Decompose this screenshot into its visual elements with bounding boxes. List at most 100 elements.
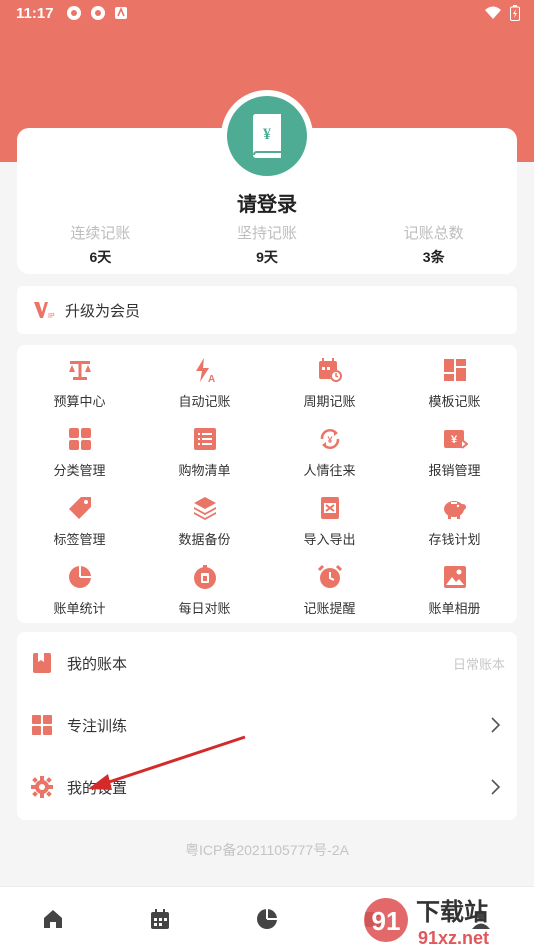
grid-item-import-export[interactable]: 导入导出 bbox=[267, 491, 392, 560]
svg-text:¥: ¥ bbox=[263, 126, 271, 143]
calendar-icon bbox=[151, 908, 170, 929]
app-notification-icon bbox=[91, 6, 105, 20]
grid-item-social[interactable]: ¥ 人情往来 bbox=[267, 422, 392, 491]
daily-check-icon bbox=[193, 565, 216, 589]
grid-item-daily-check[interactable]: 每日对账 bbox=[142, 560, 267, 629]
grid-item-category[interactable]: 分类管理 bbox=[17, 422, 142, 491]
flash-icon: A bbox=[195, 358, 215, 383]
upgrade-vip-bar[interactable]: IP 升级为会员 bbox=[17, 286, 517, 334]
svg-text:¥: ¥ bbox=[327, 435, 332, 445]
nav-home[interactable] bbox=[0, 887, 107, 950]
grid-item-backup[interactable]: 数据备份 bbox=[142, 491, 267, 560]
avatar-circle: ¥ bbox=[227, 96, 307, 176]
stat-persist: 坚持记账 9天 bbox=[184, 222, 351, 267]
grid-item-periodic[interactable]: 周期记账 bbox=[267, 353, 392, 422]
grid-item-label: 报销管理 bbox=[428, 463, 481, 478]
status-notification-icons bbox=[66, 5, 128, 21]
stat-value: 3条 bbox=[422, 249, 445, 265]
battery-icon bbox=[510, 5, 520, 21]
stat-value: 9天 bbox=[256, 249, 278, 265]
login-title[interactable]: 请登录 bbox=[17, 188, 517, 217]
grid-item-album[interactable]: 账单相册 bbox=[392, 560, 517, 629]
grid-item-budget[interactable]: 预算中心 bbox=[17, 353, 142, 422]
svg-text:¥: ¥ bbox=[450, 434, 457, 446]
current-book-value: 日常账本 bbox=[452, 656, 505, 672]
svg-text:IP: IP bbox=[48, 313, 55, 320]
wifi-icon bbox=[485, 6, 501, 19]
gear-icon bbox=[31, 776, 53, 798]
calendar-clock-icon bbox=[318, 358, 342, 382]
svg-text:A: A bbox=[208, 374, 215, 383]
chevron-right-icon bbox=[491, 779, 501, 795]
grid-icon bbox=[32, 715, 52, 735]
piggy-bank-icon bbox=[443, 501, 466, 519]
tag-icon bbox=[68, 497, 91, 519]
list-item-focus-training[interactable]: 专注训练 bbox=[17, 694, 517, 756]
stat-label: 连续记账 bbox=[70, 225, 131, 242]
list-icon bbox=[193, 428, 216, 450]
bookmark-book-icon bbox=[33, 653, 51, 673]
image-icon bbox=[443, 566, 466, 588]
layers-icon bbox=[193, 497, 216, 520]
chevron-right-icon bbox=[491, 717, 501, 733]
reimburse-icon: ¥ bbox=[443, 430, 468, 449]
stat-label: 记账总数 bbox=[403, 225, 464, 242]
ledger-book-icon: ¥ bbox=[253, 114, 281, 158]
grid-item-label: 自动记账 bbox=[178, 394, 231, 409]
grid-item-shopping[interactable]: 购物清单 bbox=[142, 422, 267, 491]
list-item-label: 我的设置 bbox=[67, 779, 128, 797]
grid-item-template[interactable]: 模板记账 bbox=[392, 353, 517, 422]
grid-item-label: 分类管理 bbox=[53, 463, 106, 478]
pie-chart-icon bbox=[68, 566, 91, 588]
grid-item-label: 周期记账 bbox=[303, 394, 356, 409]
app-notification-icon bbox=[67, 6, 81, 20]
grid-item-reminder[interactable]: 记账提醒 bbox=[267, 560, 392, 629]
alarm-icon bbox=[317, 564, 342, 588]
grid-item-label: 人情往来 bbox=[303, 463, 356, 478]
grid-item-label: 购物清单 bbox=[178, 463, 231, 478]
grid-item-label: 标签管理 bbox=[53, 532, 106, 547]
watermark-brand: 下载站 bbox=[416, 898, 488, 926]
watermark-logo: 91 下载站 91xz.net bbox=[364, 898, 489, 948]
exchange-icon: ¥ bbox=[320, 429, 339, 449]
list-item-label: 专注训练 bbox=[67, 717, 128, 735]
scale-icon bbox=[68, 361, 91, 380]
grid-item-auto[interactable]: A 自动记账 bbox=[142, 353, 267, 422]
grid-item-reimburse[interactable]: ¥ 报销管理 bbox=[392, 422, 517, 491]
grid-item-label: 每日对账 bbox=[178, 601, 231, 616]
pie-chart-icon bbox=[256, 908, 277, 929]
stat-value: 6天 bbox=[89, 249, 112, 265]
status-time: 11:17 bbox=[16, 5, 54, 22]
grid-item-label: 模板记账 bbox=[428, 394, 481, 409]
grid-item-label: 记账提醒 bbox=[303, 601, 356, 616]
category-icon bbox=[68, 428, 91, 450]
nav-statistics[interactable] bbox=[214, 887, 321, 950]
settings-list: 我的账本 日常账本 专注训练 我的设置 bbox=[17, 632, 517, 820]
home-icon bbox=[44, 909, 63, 928]
svg-text:91: 91 bbox=[372, 906, 401, 936]
excel-icon bbox=[320, 497, 339, 519]
stats-row: 连续记账 6天 坚持记账 9天 记账总数 3条 bbox=[17, 222, 517, 267]
nav-calendar[interactable] bbox=[107, 887, 214, 950]
grid-item-label: 导入导出 bbox=[303, 532, 356, 547]
feature-grid: 预算中心 A 自动记账 周期记账 模板记账 分类管理 购物清单 ¥ 人情往来 ¥ bbox=[17, 345, 517, 623]
list-item-label: 我的账本 bbox=[67, 655, 128, 673]
grid-item-label: 数据备份 bbox=[178, 532, 231, 547]
watermark-domain: 91xz.net bbox=[418, 928, 489, 948]
icp-record: 粤ICP备2021105777号-2A bbox=[185, 842, 349, 858]
grid-item-tag[interactable]: 标签管理 bbox=[17, 491, 142, 560]
stat-label: 坚持记账 bbox=[237, 225, 298, 242]
grid-item-statistics[interactable]: 账单统计 bbox=[17, 560, 142, 629]
grid-item-savings[interactable]: 存钱计划 bbox=[392, 491, 517, 560]
status-system-icons bbox=[484, 5, 520, 21]
template-icon bbox=[443, 359, 466, 381]
avatar[interactable]: ¥ bbox=[221, 90, 313, 182]
status-bar: 11:17 bbox=[0, 0, 534, 28]
vip-label: 升级为会员 bbox=[65, 302, 141, 320]
grid-item-label: 账单相册 bbox=[428, 601, 481, 616]
list-item-my-settings[interactable]: 我的设置 bbox=[17, 756, 517, 818]
grid-item-label: 预算中心 bbox=[53, 394, 106, 409]
vip-icon: IP bbox=[34, 302, 55, 320]
list-item-my-book[interactable]: 我的账本 日常账本 bbox=[17, 632, 517, 694]
store-notification-icon bbox=[115, 6, 127, 19]
